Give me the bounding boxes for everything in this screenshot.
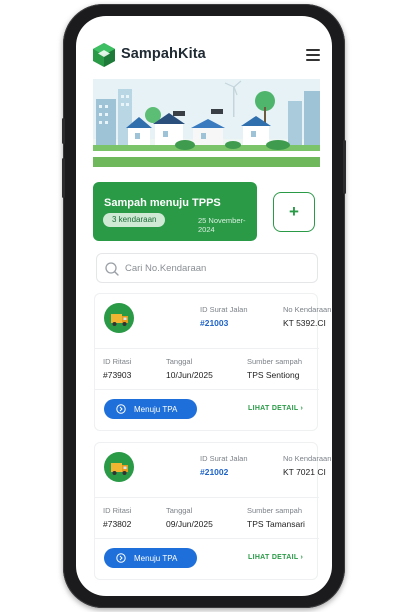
go-to-tpa-label: Menuju TPA	[134, 405, 178, 414]
truck-icon	[104, 452, 134, 482]
arrow-right-circle-icon	[116, 553, 126, 563]
plate-value: KT 7021 CI	[283, 467, 326, 477]
phone-side-button	[343, 140, 346, 194]
source-value: TPS Tamansari	[247, 519, 305, 529]
vehicle-count-badge: 3 kendaraan	[103, 213, 166, 227]
source-label: Sumber sampah	[247, 357, 303, 366]
card-divider	[95, 538, 319, 539]
chevron-right-icon: ›	[300, 554, 304, 561]
phone-side-button	[62, 158, 65, 198]
add-button[interactable]: +	[273, 192, 315, 232]
source-label: Sumber sampah	[247, 506, 303, 515]
date-value: 10/Jun/2025	[166, 370, 213, 380]
plate-label: No Kendaraan	[283, 454, 332, 463]
delivery-id-value[interactable]: #21002	[200, 467, 228, 477]
source-value: TPS Sentiong	[247, 370, 300, 380]
phone-side-button	[62, 118, 65, 144]
go-to-tpa-button[interactable]: Menuju TPA	[104, 399, 197, 419]
view-detail-label: LIHAT DETAIL	[248, 554, 299, 561]
shipment-card: ID Surat Jalan #21002 No Kendaraan KT 70…	[94, 442, 331, 580]
chevron-right-icon: ›	[300, 405, 304, 412]
search-icon	[105, 262, 119, 276]
go-to-tpa-label: Menuju TPA	[134, 554, 178, 563]
card-divider	[95, 348, 319, 349]
card-divider	[95, 497, 319, 498]
arrow-right-circle-icon	[116, 404, 126, 414]
plate-label: No Kendaraan	[283, 305, 332, 314]
delivery-id-value[interactable]: #21003	[200, 318, 228, 328]
view-detail-link[interactable]: LIHAT DETAIL ›	[248, 554, 303, 561]
go-to-tpa-button[interactable]: Menuju TPA	[104, 548, 197, 568]
search-bar	[96, 253, 318, 283]
status-title: Sampah menuju TPPS	[104, 197, 221, 209]
app-bar: SampahKita	[76, 16, 332, 88]
status-card[interactable]: Sampah menuju TPPS 3 kendaraan 25 Novemb…	[93, 182, 257, 241]
brand-name: SampahKita	[121, 46, 206, 62]
search-input[interactable]	[125, 260, 310, 277]
hamburger-menu-icon[interactable]	[306, 49, 320, 61]
card-divider	[95, 389, 319, 390]
hexagon-logo-icon	[93, 43, 115, 67]
ritasi-label: ID Ritasi	[103, 357, 132, 366]
ritasi-value: #73903	[103, 370, 132, 380]
delivery-id-label: ID Surat Jalan	[200, 305, 248, 314]
status-date: 25 November-2024	[198, 216, 246, 234]
date-label: Tanggal	[166, 506, 193, 515]
view-detail-link[interactable]: LIHAT DETAIL ›	[248, 405, 303, 412]
view-detail-label: LIHAT DETAIL	[248, 405, 299, 412]
app-screen: SampahKita Sampah menuju TPPS 3 kendaraa…	[76, 16, 332, 596]
date-value: 09/Jun/2025	[166, 519, 213, 529]
date-label: Tanggal	[166, 357, 193, 366]
shipment-card: ID Surat Jalan #21003 No Kendaraan KT 53…	[94, 293, 331, 431]
ritasi-value: #73802	[103, 519, 132, 529]
city-illustration	[93, 79, 320, 167]
delivery-id-label: ID Surat Jalan	[200, 454, 248, 463]
ritasi-label: ID Ritasi	[103, 506, 132, 515]
plate-value: KT 5392.CI	[283, 318, 326, 328]
truck-icon	[104, 303, 134, 333]
